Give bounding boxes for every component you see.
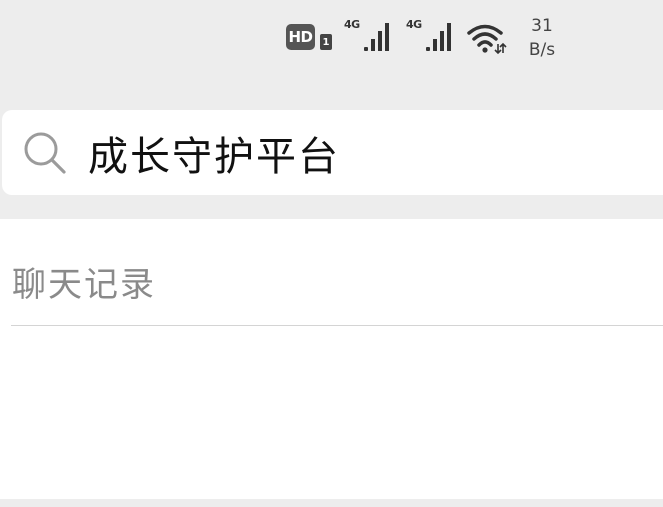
search-results: 聊天记录: [0, 219, 663, 499]
search-query: 成长守护平台: [88, 133, 340, 180]
network-type-label: 4G: [344, 18, 360, 31]
search-icon: [24, 132, 66, 174]
section-title-chat-history: 聊天记录: [12, 265, 156, 305]
signal-bars: [364, 23, 392, 51]
signal-bars: [426, 23, 454, 51]
sim-icon: 1: [320, 34, 332, 50]
search-input[interactable]: 成长守护平台: [2, 110, 663, 195]
screen: HD 1 4G 4G 31 B/s 成长守护平台 聊天记录: [0, 0, 663, 507]
network-type-label: 4G: [406, 18, 422, 31]
signal-icon-2: 4G: [406, 14, 460, 54]
status-icons: HD 1 4G 4G 31 B/s: [286, 14, 562, 64]
speed-unit: B/s: [528, 40, 556, 60]
signal-icon-1: 4G: [344, 14, 398, 54]
status-bar: HD 1 4G 4G 31 B/s: [0, 0, 663, 90]
hd-icon: HD: [286, 24, 315, 50]
speed-value: 31: [531, 16, 553, 36]
divider: [11, 325, 663, 326]
network-speed: 31 B/s: [522, 14, 562, 62]
wifi-icon: [467, 24, 507, 55]
